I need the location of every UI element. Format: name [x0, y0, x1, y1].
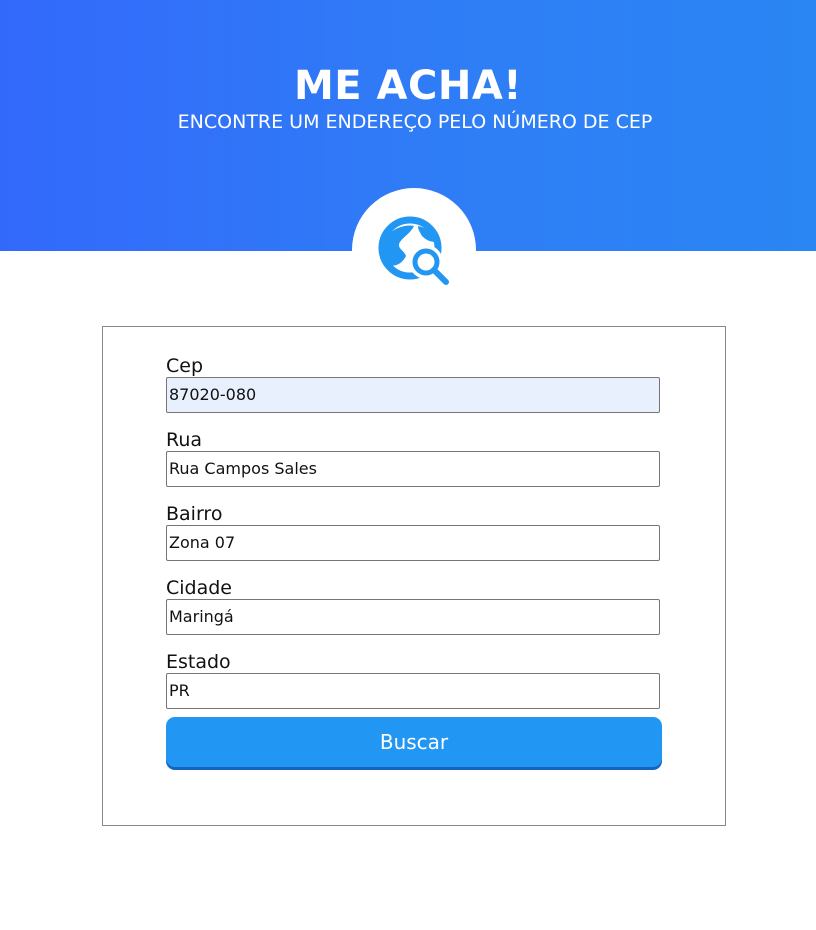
- bairro-label: Bairro: [166, 503, 223, 525]
- rua-label: Rua: [166, 429, 203, 451]
- globe-search-icon: [378, 216, 449, 285]
- rua-input[interactable]: Rua Campos Sales: [166, 451, 660, 487]
- cidade-label: Cidade: [166, 577, 232, 599]
- address-form: Cep 87020-080 Rua Rua Campos Sales Bairr…: [102, 326, 726, 826]
- cep-label: Cep: [166, 355, 204, 377]
- estado-input[interactable]: PR: [166, 673, 660, 709]
- search-button[interactable]: Buscar: [166, 717, 662, 767]
- logo-badge: [352, 188, 476, 312]
- app-title: ME ACHA!: [293, 63, 523, 109]
- cep-input[interactable]: 87020-080: [166, 377, 660, 413]
- estado-label: Estado: [166, 651, 231, 673]
- cidade-input[interactable]: Maringá: [166, 599, 660, 635]
- app-subtitle: ENCONTRE UM ENDEREÇO PELO NÚMERO DE CEP: [177, 111, 653, 133]
- bairro-input[interactable]: Zona 07: [166, 525, 660, 561]
